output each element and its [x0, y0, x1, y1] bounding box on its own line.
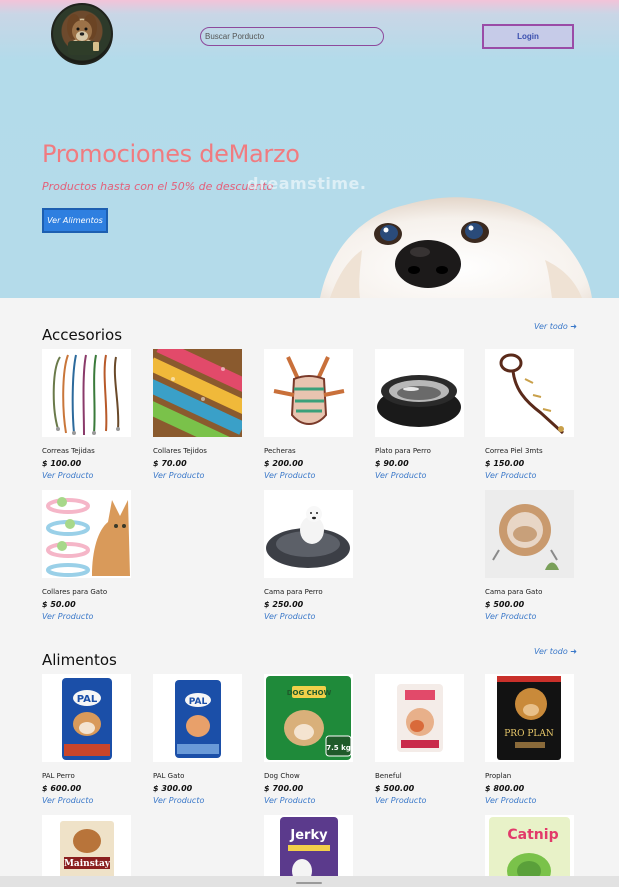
login-button[interactable]: Login — [482, 24, 574, 49]
view-product-link[interactable]: Ver Producto — [42, 796, 132, 805]
product-name: Cama para Perro — [264, 588, 323, 596]
proplan-pouch-icon[interactable]: PRO PLAN — [485, 674, 574, 762]
dog-bowl-icon[interactable] — [375, 349, 464, 437]
view-product-link[interactable]: Ver Producto — [42, 471, 132, 480]
product-price: $ 200.00 — [264, 459, 304, 468]
hero-title: Promociones deMarzo — [42, 140, 300, 168]
store-logo[interactable] — [51, 3, 113, 65]
view-product-link[interactable]: Ver Producto — [375, 796, 465, 805]
view-product-link[interactable]: Ver Producto — [485, 612, 575, 621]
product-price: $ 50.00 — [42, 600, 76, 609]
hero-banner: Login Promociones deMarzo Productos hast… — [0, 0, 619, 298]
product-name: Proplan — [485, 772, 512, 780]
product-card[interactable]: Collares para Gato $ 50.00 Ver Producto — [42, 490, 132, 621]
product-name: Pecheras — [264, 447, 296, 455]
svg-text:PRO PLAN: PRO PLAN — [504, 729, 554, 739]
section-title-accesorios: Accesorios — [42, 326, 123, 344]
product-price: $ 300.00 — [153, 784, 193, 793]
svg-text:PAL: PAL — [77, 694, 98, 705]
weight-badge: 7.5 kg — [326, 744, 351, 752]
product-name: Dog Chow — [264, 772, 300, 780]
product-name: Beneful — [375, 772, 402, 780]
product-card[interactable]: Plato para Perro $ 90.00 Ver Producto — [375, 349, 465, 480]
cat-collars-icon[interactable] — [42, 490, 131, 578]
product-price: $ 800.00 — [485, 784, 525, 793]
product-card[interactable]: Beneful $ 500.00 Ver Producto — [375, 674, 465, 805]
product-name: PAL Gato — [153, 772, 185, 780]
svg-text:DOG CHOW: DOG CHOW — [287, 689, 332, 697]
dog-logo-icon — [67, 14, 99, 55]
svg-text:PAL: PAL — [189, 697, 208, 707]
product-price: $ 500.00 — [375, 784, 415, 793]
view-product-link[interactable]: Ver Producto — [264, 471, 354, 480]
see-all-accesorios-link[interactable]: Ver todo ➜ — [534, 322, 577, 331]
view-product-link[interactable]: Ver Producto — [375, 471, 465, 480]
view-product-link[interactable]: Ver Producto — [42, 612, 132, 621]
bottom-scroll-bar[interactable] — [0, 876, 619, 887]
product-card[interactable]: Correa Piel 3mts $ 150.00 Ver Producto — [485, 349, 575, 480]
product-price: $ 250.00 — [264, 600, 304, 609]
leather-leash-icon[interactable] — [485, 349, 574, 437]
product-name: Collares Tejidos — [153, 447, 207, 455]
product-card[interactable]: Cama para Gato $ 500.00 Ver Producto — [485, 490, 575, 621]
product-name: Cama para Gato — [485, 588, 543, 596]
product-price: $ 100.00 — [42, 459, 82, 468]
product-card[interactable]: PRO PLAN Proplan $ 800.00 Ver Producto — [485, 674, 575, 805]
woven-leashes-icon[interactable] — [42, 349, 131, 437]
hero-subtitle: Productos hasta con el 50% de descuento — [42, 180, 274, 193]
product-card[interactable]: DOG CHOW 7.5 kg Dog Chow $ 700.00 Ver Pr… — [264, 674, 354, 805]
harness-icon[interactable] — [264, 349, 353, 437]
product-name: Correa Piel 3mts — [485, 447, 543, 455]
view-product-link[interactable]: Ver Producto — [153, 796, 243, 805]
product-price: $ 600.00 — [42, 784, 82, 793]
product-card[interactable]: PAL PAL Gato $ 300.00 Ver Producto — [153, 674, 243, 805]
view-product-link[interactable]: Ver Producto — [485, 471, 575, 480]
product-card[interactable]: Collares Tejidos $ 70.00 Ver Producto — [153, 349, 243, 480]
view-product-link[interactable]: Ver Producto — [485, 796, 575, 805]
bag-label: Jerky — [289, 828, 328, 843]
view-product-link[interactable]: Ver Producto — [264, 796, 354, 805]
product-card[interactable]: PAL PAL Perro $ 600.00 Ver Producto — [42, 674, 132, 805]
pal-dog-food-icon[interactable]: PAL — [42, 674, 131, 762]
product-price: $ 700.00 — [264, 784, 304, 793]
beneful-bag-icon[interactable] — [375, 674, 464, 762]
product-name: Collares para Gato — [42, 588, 108, 596]
view-product-link[interactable]: Ver Producto — [264, 612, 354, 621]
dog-bed-icon[interactable] — [264, 490, 353, 578]
product-name: Correas Tejidas — [42, 447, 95, 455]
pal-cat-food-icon[interactable]: PAL — [153, 674, 242, 762]
dog-chow-bag-icon[interactable]: DOG CHOW 7.5 kg — [264, 674, 353, 762]
product-card[interactable]: Correas Tejidas $ 100.00 Ver Producto — [42, 349, 132, 480]
woven-collars-icon[interactable] — [153, 349, 242, 437]
search-input[interactable] — [200, 27, 384, 46]
view-product-link[interactable]: Ver Producto — [153, 471, 243, 480]
product-price: $ 70.00 — [153, 459, 187, 468]
product-price: $ 90.00 — [375, 459, 409, 468]
product-card[interactable]: Cama para Perro $ 250.00 Ver Producto — [264, 490, 354, 621]
product-name: Plato para Perro — [375, 447, 431, 455]
product-price: $ 150.00 — [485, 459, 525, 468]
bag-label: Mainstay — [64, 859, 111, 869]
see-all-alimentos-link[interactable]: Ver todo ➜ — [534, 647, 577, 656]
scroll-handle[interactable] — [296, 882, 322, 884]
product-price: $ 500.00 — [485, 600, 525, 609]
puppy-hero-image — [320, 197, 592, 298]
bag-label: Catnip — [507, 827, 558, 843]
product-name: PAL Perro — [42, 772, 75, 780]
view-food-button[interactable]: Ver Alimentos — [42, 208, 108, 233]
cat-bed-icon[interactable] — [485, 490, 574, 578]
product-card[interactable]: Pecheras $ 200.00 Ver Producto — [264, 349, 354, 480]
section-title-alimentos: Alimentos — [42, 651, 117, 669]
